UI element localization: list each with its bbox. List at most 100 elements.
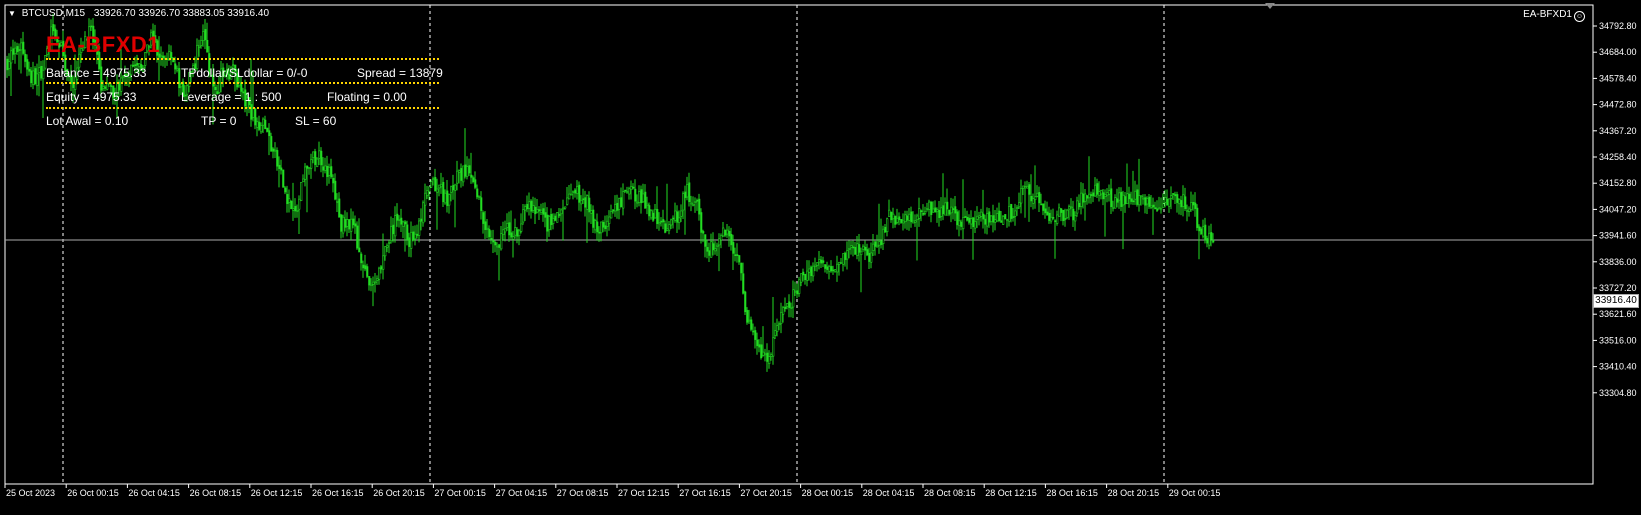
candle-body bbox=[160, 55, 163, 58]
candle-body bbox=[1208, 232, 1211, 246]
candle-body bbox=[284, 187, 287, 193]
candle-body bbox=[298, 198, 301, 210]
candle-body bbox=[478, 195, 481, 198]
candle-body bbox=[1026, 185, 1029, 189]
candle-body bbox=[664, 223, 667, 233]
candle-body bbox=[698, 198, 701, 215]
candle-body bbox=[360, 253, 363, 264]
candle-body bbox=[296, 210, 299, 212]
candle-body bbox=[576, 185, 579, 195]
candle-body bbox=[104, 86, 107, 89]
candle-body bbox=[982, 213, 985, 220]
y-tick-label: 34684.00 bbox=[1599, 47, 1637, 57]
candle-body bbox=[942, 205, 945, 215]
candle-body bbox=[1156, 208, 1159, 211]
candle-body bbox=[502, 229, 505, 235]
candle-body bbox=[708, 250, 711, 256]
candle-body bbox=[6, 58, 9, 71]
candle-body bbox=[1082, 193, 1085, 203]
x-tick-label: 27 Oct 12:15 bbox=[618, 488, 670, 498]
expert-advisor-label[interactable]: EA-BFXD1 ☺ bbox=[1523, 9, 1585, 22]
candle-body bbox=[890, 211, 893, 221]
candle-body bbox=[274, 149, 277, 152]
candle-body bbox=[868, 252, 871, 262]
candle-body bbox=[282, 169, 285, 188]
candle-body bbox=[898, 216, 901, 220]
candle-body bbox=[904, 214, 907, 222]
candle-body bbox=[800, 273, 803, 283]
candle-body bbox=[408, 237, 411, 247]
chart-shift-marker-icon[interactable] bbox=[1265, 3, 1275, 9]
candle-body bbox=[1140, 195, 1143, 198]
candle-body bbox=[1174, 194, 1177, 197]
candle-body bbox=[476, 188, 479, 198]
candle-body bbox=[1176, 194, 1179, 203]
candle-body bbox=[532, 205, 535, 211]
candle-body bbox=[872, 243, 875, 251]
candle-body bbox=[718, 238, 721, 246]
candle-body bbox=[110, 85, 113, 87]
candle-body bbox=[1066, 209, 1069, 218]
candle-body bbox=[286, 194, 289, 204]
candle-body bbox=[750, 319, 753, 330]
candle-body bbox=[628, 188, 631, 195]
candle-body bbox=[1050, 216, 1053, 222]
candle-body bbox=[354, 223, 357, 227]
candle-body bbox=[526, 204, 529, 210]
candle-body bbox=[654, 208, 657, 219]
candle-body bbox=[668, 224, 671, 231]
candle-body bbox=[362, 264, 365, 269]
candle-body bbox=[772, 337, 775, 357]
candle-body bbox=[1126, 193, 1129, 205]
candle-body bbox=[744, 291, 747, 313]
candle-body bbox=[758, 344, 761, 348]
candle-body bbox=[666, 227, 669, 231]
candle-body bbox=[768, 356, 771, 364]
candle-body bbox=[1148, 196, 1151, 207]
candle-body bbox=[952, 208, 955, 210]
candle-body bbox=[1120, 191, 1123, 207]
candle-body bbox=[1130, 198, 1133, 202]
candle-body bbox=[1154, 207, 1157, 209]
candle-body bbox=[1104, 194, 1107, 197]
smiley-icon[interactable]: ☺ bbox=[1574, 11, 1585, 22]
candle-body bbox=[582, 198, 585, 201]
candle-body bbox=[794, 290, 797, 293]
candle-body bbox=[950, 206, 953, 214]
candle-body bbox=[660, 220, 663, 223]
candle-body bbox=[482, 212, 485, 224]
candle-body bbox=[742, 273, 745, 294]
candle-body bbox=[972, 217, 975, 228]
candle-body bbox=[504, 228, 507, 233]
x-tick-label: 26 Oct 12:15 bbox=[251, 488, 303, 498]
x-tick-label: 28 Oct 20:15 bbox=[1108, 488, 1160, 498]
candle-body bbox=[396, 213, 399, 221]
candle-body bbox=[560, 209, 563, 215]
candle-body bbox=[828, 266, 831, 272]
candle-body bbox=[624, 189, 627, 192]
candle-body bbox=[1094, 184, 1097, 197]
candle-body bbox=[970, 218, 973, 225]
candle-body bbox=[646, 203, 649, 206]
candle-body bbox=[760, 344, 763, 359]
dropdown-arrow-icon[interactable]: ▼ bbox=[8, 9, 16, 18]
candle-body bbox=[470, 174, 473, 178]
candle-body bbox=[600, 221, 603, 234]
candle-body bbox=[390, 225, 393, 242]
candle-body bbox=[332, 178, 335, 184]
candle-body bbox=[500, 233, 503, 250]
candle-body bbox=[1198, 226, 1201, 232]
x-tick-label: 26 Oct 00:15 bbox=[67, 488, 119, 498]
candle-body bbox=[1128, 193, 1131, 200]
candle-body bbox=[494, 241, 497, 246]
candle-body bbox=[1058, 207, 1061, 217]
candle-body bbox=[680, 210, 683, 217]
candle-body bbox=[642, 193, 645, 203]
candle-body bbox=[20, 42, 23, 51]
candle-body bbox=[766, 352, 769, 362]
x-tick-label: 26 Oct 04:15 bbox=[128, 488, 180, 498]
candle-body bbox=[804, 273, 807, 281]
candle-body bbox=[636, 201, 639, 204]
candle-body bbox=[516, 229, 519, 237]
candle-body bbox=[596, 221, 599, 233]
